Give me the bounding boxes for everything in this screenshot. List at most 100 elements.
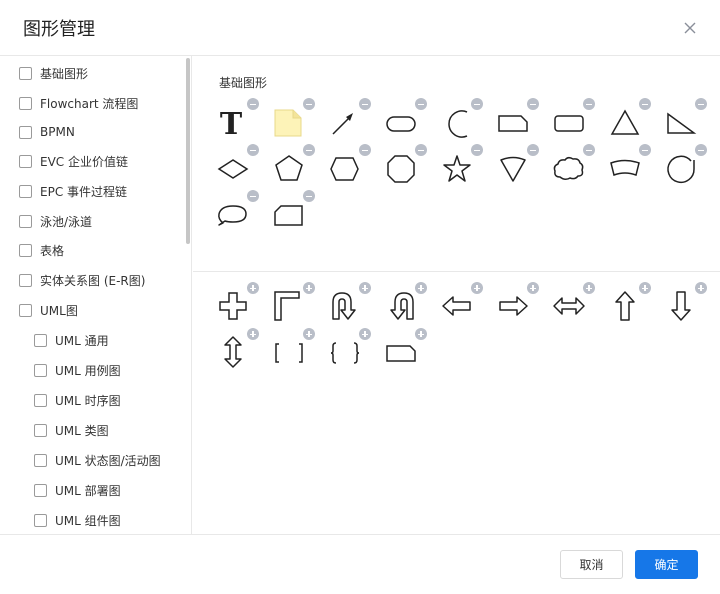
corner-icon[interactable] [269,282,315,326]
arrow-up-icon[interactable] [605,282,651,326]
add-badge-icon[interactable] [247,282,259,294]
remove-badge-icon[interactable] [527,144,539,156]
remove-badge-icon[interactable] [583,98,595,110]
speech-bubble-icon[interactable] [213,190,259,234]
remove-badge-icon[interactable] [247,98,259,110]
arrow-left-right-icon[interactable] [549,282,595,326]
category-item[interactable]: Flowchart 流程图 [19,94,138,112]
checkbox[interactable] [19,273,32,287]
u-turn-left-icon[interactable] [381,282,427,326]
checkbox[interactable] [34,363,47,377]
remove-badge-icon[interactable] [247,190,259,202]
category-subitem[interactable]: UML 类图 [34,421,109,439]
remove-badge-icon[interactable] [471,144,483,156]
add-badge-icon[interactable] [695,282,707,294]
arrow-left-icon[interactable] [437,282,483,326]
cancel-button[interactable]: 取消 [560,550,623,579]
checkbox[interactable] [34,423,47,437]
arrow-up-down-icon[interactable] [213,328,259,372]
category-item[interactable]: EVC 企业价值链 [19,152,128,170]
checkbox[interactable] [19,303,32,317]
brace-icon[interactable] [325,328,371,372]
curved-rect-icon[interactable] [605,144,651,188]
checkbox[interactable] [34,483,47,497]
add-badge-icon[interactable] [359,282,371,294]
sidebar-scrollbar[interactable] [186,58,190,244]
checkbox[interactable] [34,333,47,347]
remove-badge-icon[interactable] [695,98,707,110]
category-item[interactable]: 实体关系图 (E-R图) [19,271,145,289]
checkbox[interactable] [34,453,47,467]
category-item[interactable]: 表格 [19,241,64,259]
folder-tab-icon[interactable] [269,190,315,234]
category-item[interactable]: UML图 [19,301,78,319]
hexagon-icon[interactable] [325,144,371,188]
checkbox[interactable] [19,66,32,80]
checkbox[interactable] [19,154,32,168]
category-item[interactable]: BPMN [19,123,75,141]
remove-badge-icon[interactable] [359,144,371,156]
checkbox[interactable] [19,96,32,110]
add-badge-icon[interactable] [247,328,259,340]
arrow-down-icon[interactable] [661,282,707,326]
category-subitem[interactable]: UML 通用 [34,331,109,349]
arrow-right-icon[interactable] [493,282,539,326]
remove-badge-icon[interactable] [583,144,595,156]
diamond-icon[interactable] [213,144,259,188]
remove-badge-icon[interactable] [303,190,315,202]
category-item[interactable]: 基础图形 [19,64,88,82]
note-icon[interactable] [269,98,315,142]
remove-badge-icon[interactable] [527,98,539,110]
add-badge-icon[interactable] [415,328,427,340]
category-subitem[interactable]: UML 时序图 [34,391,121,409]
arc-icon[interactable] [437,98,483,142]
category-item[interactable]: EPC 事件过程链 [19,182,127,200]
arc-circle-icon[interactable] [661,144,707,188]
remove-badge-icon[interactable] [359,98,371,110]
checkbox[interactable] [19,243,32,257]
arrow-line-icon[interactable] [325,98,371,142]
remove-badge-icon[interactable] [303,98,315,110]
remove-badge-icon[interactable] [639,144,651,156]
cross-icon[interactable] [213,282,259,326]
u-turn-down-icon[interactable] [325,282,371,326]
octagon-icon[interactable] [381,144,427,188]
category-subitem[interactable]: UML 组件图 [34,511,121,529]
sector-icon[interactable] [493,144,539,188]
checkbox[interactable] [34,513,47,527]
add-badge-icon[interactable] [303,282,315,294]
add-badge-icon[interactable] [639,282,651,294]
add-badge-icon[interactable] [583,282,595,294]
close-icon[interactable] [680,18,700,38]
remove-badge-icon[interactable] [639,98,651,110]
category-subitem[interactable]: UML 用例图 [34,361,121,379]
checkbox[interactable] [34,393,47,407]
checkbox[interactable] [19,214,32,228]
remove-badge-icon[interactable] [415,98,427,110]
rounded-rect-icon[interactable] [549,98,595,142]
add-badge-icon[interactable] [303,328,315,340]
checkbox[interactable] [19,184,32,198]
rect-icon[interactable] [381,328,427,372]
triangle-icon[interactable] [605,98,651,142]
remove-badge-icon[interactable] [247,144,259,156]
cloud-icon[interactable] [549,144,595,188]
text-icon[interactable]: T [213,98,259,142]
star-icon[interactable] [437,144,483,188]
rect-icon[interactable] [493,98,539,142]
remove-badge-icon[interactable] [695,144,707,156]
add-badge-icon[interactable] [471,282,483,294]
add-badge-icon[interactable] [359,328,371,340]
remove-badge-icon[interactable] [471,98,483,110]
right-triangle-icon[interactable] [661,98,707,142]
category-subitem[interactable]: UML 部署图 [34,481,121,499]
add-badge-icon[interactable] [527,282,539,294]
rounded-rect-icon[interactable] [381,98,427,142]
checkbox[interactable] [19,125,32,139]
bracket-icon[interactable] [269,328,315,372]
category-subitem[interactable]: UML 状态图/活动图 [34,451,161,469]
remove-badge-icon[interactable] [303,144,315,156]
pentagon-icon[interactable] [269,144,315,188]
confirm-button[interactable]: 确定 [635,550,698,579]
category-item[interactable]: 泳池/泳道 [19,212,92,230]
